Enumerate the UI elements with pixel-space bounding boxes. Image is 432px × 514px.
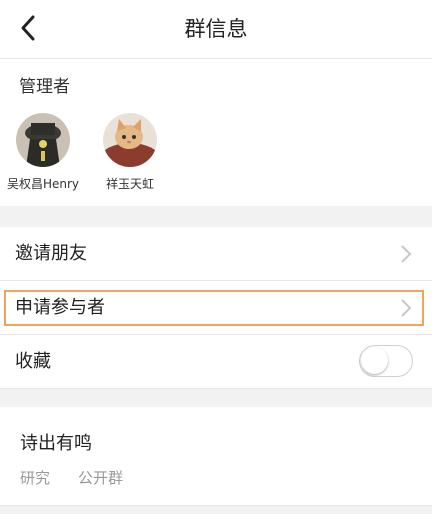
favorite-label: 收藏 xyxy=(15,351,51,372)
group-tag: 公开群 xyxy=(78,469,124,487)
avatar xyxy=(16,113,70,167)
member-name: 祥玉天虹 xyxy=(105,177,154,191)
group-info-card[interactable]: 诗出有鸣 研究 公开群 xyxy=(0,407,432,505)
group-tag: 研究 xyxy=(20,469,51,487)
divider xyxy=(0,505,432,506)
invite-friends-label: 邀请朋友 xyxy=(15,243,87,264)
invite-friends-row[interactable]: 邀请朋友 xyxy=(0,227,432,281)
admins-section: 管理者 吴权昌Henry 祥玉天虹 xyxy=(0,59,432,206)
admin-member[interactable]: 祥玉天虹 xyxy=(80,113,180,192)
page-title: 群信息 xyxy=(184,17,248,41)
chevron-right-icon xyxy=(401,245,412,263)
avatar xyxy=(103,113,157,167)
highlight-box xyxy=(4,290,424,326)
group-name: 诗出有鸣 xyxy=(20,433,92,454)
admins-title: 管理者 xyxy=(19,77,70,97)
toggle-knob xyxy=(361,347,388,374)
top-bar: 群信息 xyxy=(0,0,432,59)
favorite-toggle[interactable] xyxy=(359,345,413,377)
favorite-row: 收藏 xyxy=(0,335,432,389)
